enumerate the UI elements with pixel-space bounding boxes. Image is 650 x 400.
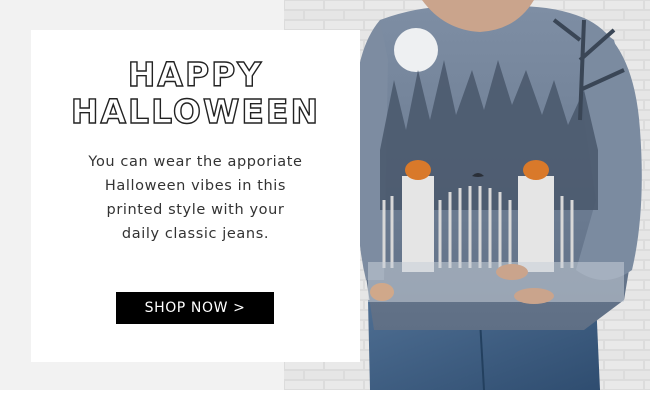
halloween-banner: HAPPY HALLOWEEN You can wear the apporia… [0,0,650,400]
pumpkin-icon [523,160,549,180]
headline-line-1: HAPPY [127,55,264,94]
headline: HAPPY HALLOWEEN [31,55,360,131]
pumpkin-icon [405,160,431,180]
promo-description: You can wear the apporiate Halloween vib… [88,154,303,242]
promo-card: HAPPY HALLOWEEN You can wear the apporia… [31,30,360,362]
headline-line-2: HALLOWEEN [70,92,321,131]
moon-icon [394,28,438,72]
shop-now-button[interactable]: SHOP NOW > [116,292,274,324]
